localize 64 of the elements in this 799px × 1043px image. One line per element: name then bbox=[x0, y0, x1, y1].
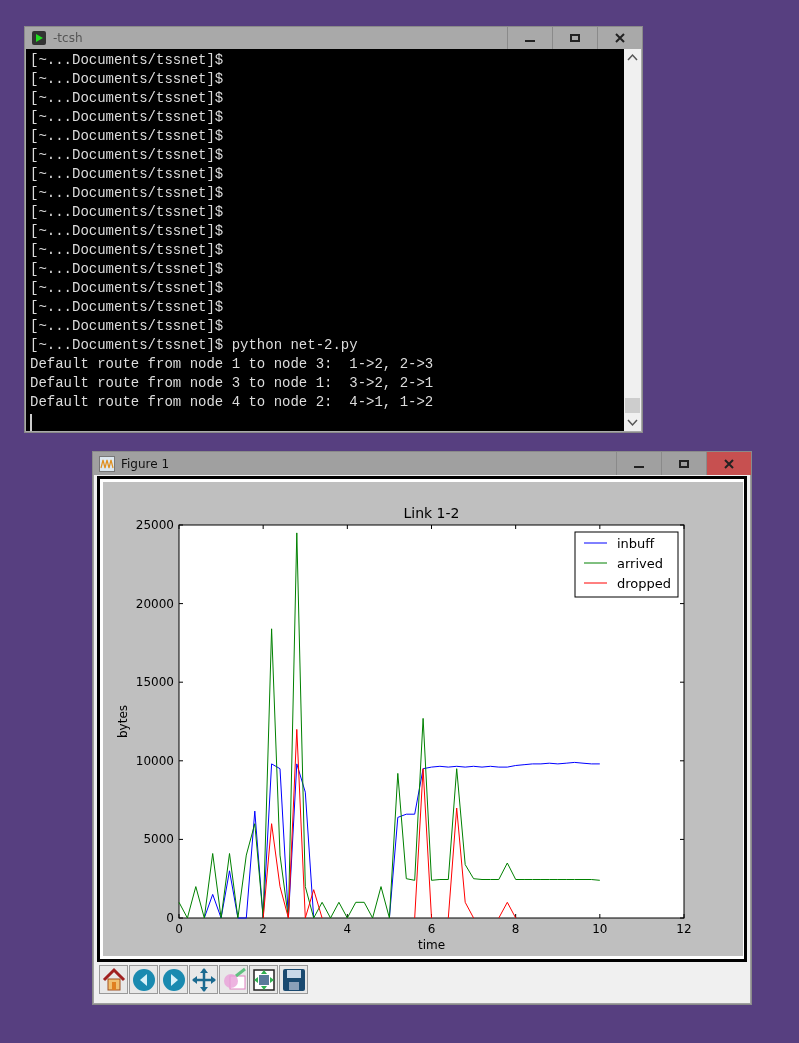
scroll-thumb[interactable] bbox=[625, 398, 640, 413]
configure-icon bbox=[250, 966, 277, 993]
x-tick-label: 0 bbox=[175, 922, 183, 936]
x-tick-label: 4 bbox=[343, 922, 352, 936]
terminal-line: Default route from node 3 to node 1: 3->2, 2->1 bbox=[30, 374, 435, 393]
window-title: -tcsh bbox=[53, 31, 84, 45]
y-tick-label: 25000 bbox=[135, 518, 174, 532]
toolbar-button[interactable] bbox=[189, 965, 218, 994]
x-axis-label: time bbox=[417, 938, 446, 952]
terminal-line: Default route from node 1 to node 3: 1->2, 2->3 bbox=[30, 355, 435, 374]
toolbar-button[interactable] bbox=[99, 965, 128, 994]
terminal-app-icon bbox=[31, 30, 47, 46]
terminal-line: [~...Documents/tssnet]$ bbox=[30, 89, 225, 108]
chart-app-icon bbox=[99, 455, 115, 472]
y-axis-label: bytes bbox=[116, 704, 130, 739]
legend-label: arrived bbox=[617, 556, 663, 571]
text-cursor bbox=[30, 414, 32, 431]
save-icon bbox=[280, 966, 307, 993]
forward-icon bbox=[160, 966, 187, 993]
maximize-icon bbox=[570, 34, 580, 42]
terminal-line: [~...Documents/tssnet]$ bbox=[30, 241, 225, 260]
y-tick-label: 20000 bbox=[135, 596, 174, 611]
y-tick-label: 5000 bbox=[143, 832, 174, 847]
home-icon bbox=[100, 966, 127, 993]
terminal-line: [~...Documents/tssnet]$ bbox=[30, 260, 225, 279]
terminal-line: [~...Documents/tssnet]$ bbox=[30, 203, 225, 222]
terminal-line: [~...Documents/tssnet]$ bbox=[30, 165, 225, 184]
maximize-icon bbox=[679, 459, 689, 468]
minimize-icon bbox=[525, 40, 535, 42]
scrollbar[interactable] bbox=[624, 49, 641, 431]
back-icon bbox=[130, 966, 157, 993]
terminal-line: [~...Documents/tssnet]$ bbox=[30, 222, 225, 241]
y-tick-label: 0 bbox=[166, 911, 174, 925]
legend-label: inbuff bbox=[617, 536, 655, 551]
toolbar-button[interactable] bbox=[129, 965, 158, 994]
move-icon bbox=[190, 966, 217, 993]
x-tick-label: 8 bbox=[511, 922, 520, 936]
x-tick-label: 2 bbox=[259, 922, 267, 936]
toolbar-button[interactable] bbox=[279, 965, 308, 994]
terminal-line: Default route from node 4 to node 2: 4->1, 1->2 bbox=[30, 393, 435, 412]
terminal-line: [~...Documents/tssnet]$ bbox=[30, 298, 225, 317]
terminal-line: [~...Documents/tssnet]$ bbox=[30, 184, 225, 203]
terminal-line: [~...Documents/tssnet]$ python net-2.py bbox=[30, 336, 359, 355]
toolbar-button[interactable] bbox=[159, 965, 188, 994]
legend-label: dropped bbox=[617, 576, 672, 591]
window-title: Figure 1 bbox=[121, 456, 171, 471]
x-tick-label: 6 bbox=[427, 922, 436, 936]
minimize-icon bbox=[634, 465, 644, 468]
y-tick-label: 10000 bbox=[135, 753, 174, 768]
close-icon bbox=[724, 458, 734, 469]
terminal-line: [~...Documents/tssnet]$ bbox=[30, 70, 225, 89]
toolbar-button[interactable] bbox=[249, 965, 278, 994]
close-button[interactable] bbox=[706, 452, 751, 475]
y-tick-label: 15000 bbox=[135, 675, 174, 690]
terminal-line: [~...Documents/tssnet]$ bbox=[30, 108, 225, 127]
x-tick-label: 12 bbox=[676, 922, 692, 936]
terminal-line: [~...Documents/tssnet]$ bbox=[30, 279, 225, 298]
terminal-line: [~...Documents/tssnet]$ bbox=[30, 317, 225, 336]
x-tick-label: 10 bbox=[592, 922, 608, 936]
close-icon bbox=[615, 33, 625, 43]
terminal-line: [~...Documents/tssnet]$ bbox=[30, 146, 225, 165]
terminal-line: [~...Documents/tssnet]$ bbox=[30, 127, 225, 146]
chart-title: Link 1-2 bbox=[403, 505, 460, 521]
terminal-line: [~...Documents/tssnet]$ bbox=[30, 51, 225, 70]
